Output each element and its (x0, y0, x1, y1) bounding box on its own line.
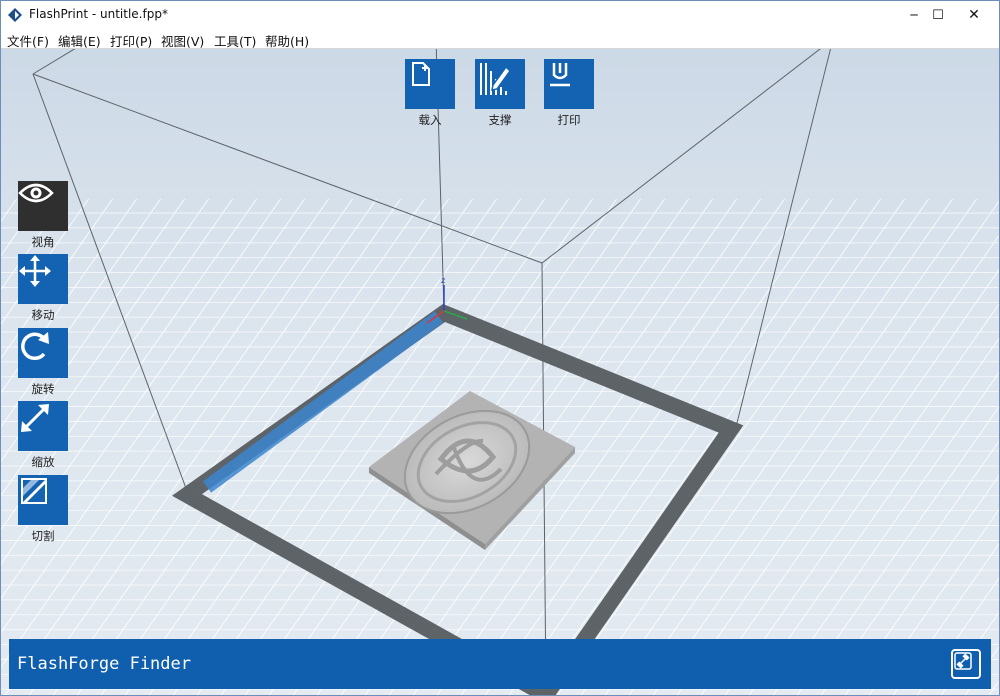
print-label: 打印 (557, 113, 581, 127)
menu-bar: 文件(F) 编辑(E) 打印(P) 视图(V) 工具(T) 帮助(H) (1, 29, 999, 49)
title-bar: FlashPrint - untitle.fpp* ─ ☐ ✕ (1, 1, 999, 29)
load-file-icon (412, 62, 430, 86)
eye-icon (18, 183, 54, 203)
rotate-icon (21, 332, 49, 361)
cut-tool[interactable]: 切割 (18, 475, 70, 544)
support-tool[interactable]: 支撑 (475, 59, 525, 128)
connect-printer-button[interactable] (951, 649, 981, 679)
move-label: 移动 (31, 308, 55, 322)
move-button[interactable] (18, 254, 68, 304)
app-window: FlashPrint - untitle.fpp* ─ ☐ ✕ 文件(F) 编辑… (0, 0, 1000, 696)
3d-viewport[interactable]: z 载入 支撑 打印 视角 移动 旋转 缩放 切割 FlashForge Fin… (1, 49, 999, 695)
cut-button[interactable] (18, 475, 68, 525)
load-button[interactable] (405, 59, 455, 109)
print-icon (550, 63, 570, 87)
connect-printer-icon (954, 652, 972, 670)
scale-label: 缩放 (31, 455, 55, 469)
rotate-label: 旋转 (31, 382, 55, 396)
menu-view[interactable]: 视图(V) (161, 31, 204, 50)
menu-edit[interactable]: 编辑(E) (58, 31, 101, 50)
close-button[interactable]: ✕ (951, 1, 997, 29)
load-label: 载入 (418, 113, 442, 127)
cut-icon (21, 478, 47, 504)
menu-tools[interactable]: 工具(T) (214, 31, 256, 50)
support-button[interactable] (475, 59, 525, 109)
view-button[interactable] (18, 181, 68, 231)
view-tool[interactable]: 视角 (18, 181, 70, 250)
move-tool[interactable]: 移动 (18, 254, 70, 323)
view-label: 视角 (31, 235, 55, 249)
menu-print[interactable]: 打印(P) (110, 31, 152, 50)
scale-button[interactable] (18, 401, 68, 451)
move-arrows-icon (19, 255, 51, 287)
print-tool[interactable]: 打印 (544, 59, 594, 128)
scale-icon (21, 404, 49, 432)
printer-name: FlashForge Finder (17, 654, 191, 674)
menu-file[interactable]: 文件(F) (7, 31, 49, 50)
rotate-tool[interactable]: 旋转 (18, 328, 70, 397)
print-button[interactable] (544, 59, 594, 109)
support-label: 支撑 (488, 113, 512, 127)
scene-canvas: z (1, 49, 999, 695)
flashprint-logo-icon (8, 8, 22, 22)
load-tool[interactable]: 载入 (405, 59, 455, 128)
menu-help[interactable]: 帮助(H) (265, 31, 309, 50)
z-axis-label: z (441, 276, 445, 285)
close-icon: ✕ (968, 7, 980, 23)
cut-label: 切割 (31, 529, 55, 543)
support-icon (480, 63, 511, 95)
maximize-icon: ☐ (932, 7, 944, 23)
scale-tool[interactable]: 缩放 (18, 401, 70, 470)
rotate-button[interactable] (18, 328, 68, 378)
status-bar: FlashForge Finder (9, 639, 991, 689)
window-title: FlashPrint - untitle.fpp* (29, 7, 168, 21)
